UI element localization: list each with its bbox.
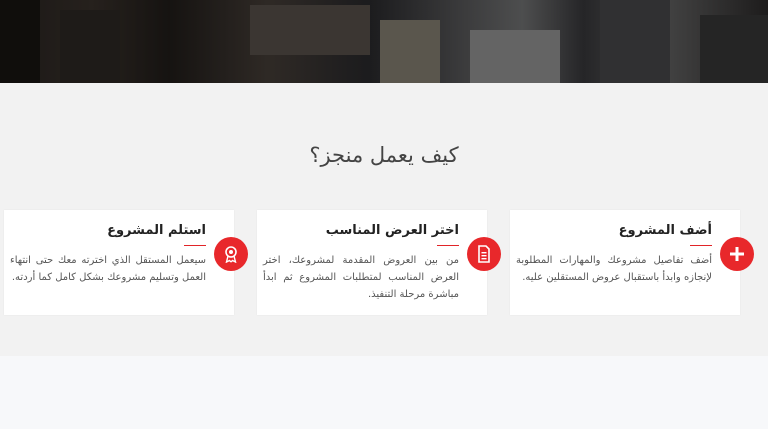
how-it-works-section: كيف يعمل منجز؟ أضف المشروع أضف تفاصيل مش… bbox=[0, 83, 768, 356]
step-title: أضف المشروع bbox=[618, 223, 712, 238]
hero-image bbox=[0, 0, 768, 83]
document-icon bbox=[467, 237, 501, 271]
section-title: كيف يعمل منجز؟ bbox=[309, 143, 459, 167]
step-description: من بين العروض المقدمة لمشروعك، اختر العر… bbox=[263, 255, 459, 300]
title-underline bbox=[184, 245, 206, 246]
plus-icon bbox=[720, 237, 754, 271]
step-card-receive-project: استلم المشروع سيعمل المستقل الذي اخترته … bbox=[4, 210, 248, 315]
step-title: استلم المشروع bbox=[107, 223, 206, 238]
step-title: اختر العرض المناسب bbox=[325, 223, 459, 238]
step-card-add-project: أضف المشروع أضف تفاصيل مشروعك والمهارات … bbox=[510, 210, 754, 315]
title-underline bbox=[690, 245, 712, 246]
title-underline bbox=[437, 245, 459, 246]
page-background bbox=[0, 356, 768, 429]
step-description: سيعمل المستقل الذي اخترته معك حتى انتهاء… bbox=[10, 255, 206, 283]
award-icon bbox=[214, 237, 248, 271]
step-card-choose-offer: اختر العرض المناسب من بين العروض المقدمة… bbox=[257, 210, 501, 315]
step-description: أضف تفاصيل مشروعك والمهارات المطلوبة لإن… bbox=[516, 255, 712, 283]
